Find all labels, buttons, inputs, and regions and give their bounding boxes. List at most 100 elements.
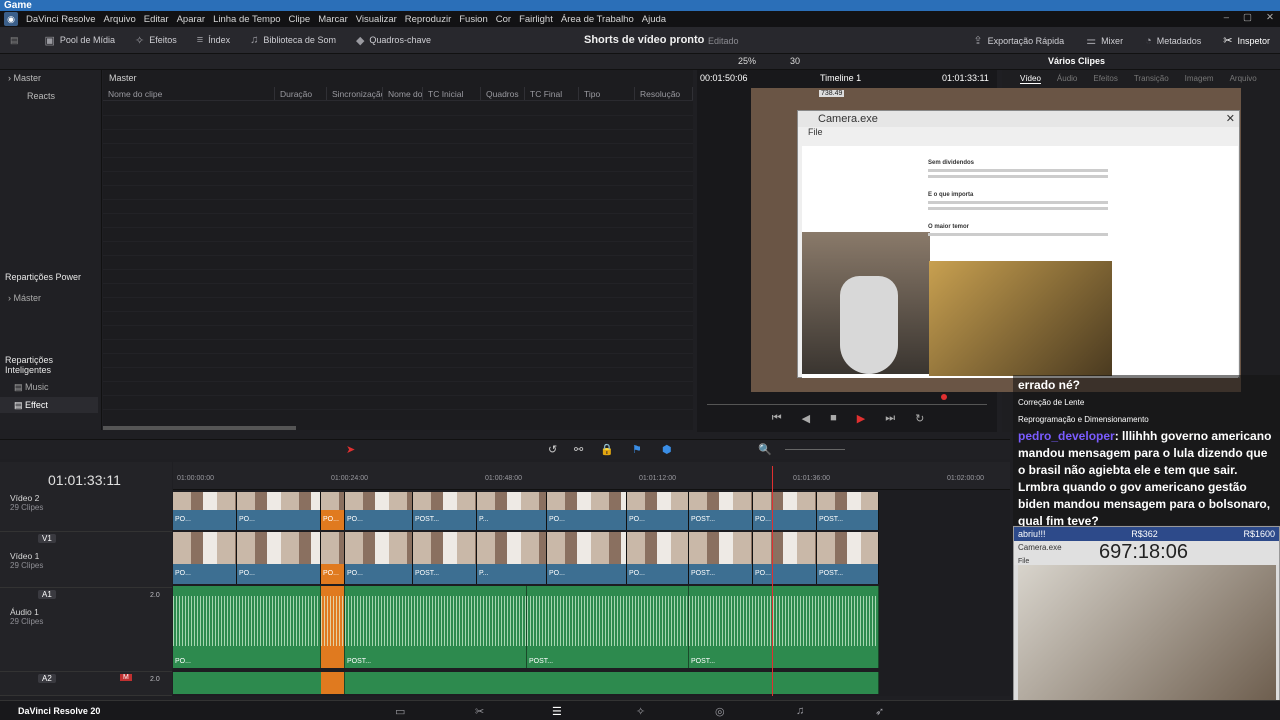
smart-bin-music[interactable]: ▤ Music bbox=[14, 382, 49, 393]
loop-icon[interactable]: ↻ bbox=[915, 412, 924, 430]
timeline-clip[interactable]: PO... bbox=[321, 492, 345, 530]
media-pool-button[interactable]: ▣ Pool de Mídia bbox=[45, 34, 115, 47]
menu-marcar[interactable]: Marcar bbox=[318, 14, 348, 25]
audio-clip-a2-orange[interactable] bbox=[321, 672, 345, 694]
timeline-clip[interactable]: PO... bbox=[753, 532, 817, 584]
viewer-timeline-name[interactable]: Timeline 1 bbox=[820, 73, 861, 83]
timeline-clip[interactable]: POST... bbox=[817, 532, 879, 584]
link-icon[interactable]: ⚯ bbox=[574, 443, 583, 456]
audio-clip[interactable]: POST... bbox=[689, 586, 879, 668]
menu-aparar[interactable]: Aparar bbox=[177, 14, 206, 25]
timeline-clip[interactable]: PO... bbox=[753, 492, 817, 530]
keyframes-button[interactable]: ◆ Quadros-chave bbox=[356, 34, 431, 47]
power-master[interactable]: › Máster bbox=[8, 293, 41, 303]
menu-linha-de-tempo[interactable]: Linha de Tempo bbox=[213, 14, 280, 25]
col-type[interactable]: Tipo bbox=[579, 87, 635, 100]
menu-clipe[interactable]: Clipe bbox=[289, 14, 311, 25]
menu-cor[interactable]: Cor bbox=[496, 14, 511, 25]
mixer-button[interactable]: ⚌ Mixer bbox=[1086, 34, 1123, 47]
smart-bin-effect[interactable]: ▤ Effect bbox=[0, 397, 98, 413]
go-start-icon[interactable]: ⏮ bbox=[772, 412, 782, 430]
menu-area-de-trabalho[interactable]: Área de Trabalho bbox=[561, 14, 634, 25]
play-reverse-icon[interactable]: ◀ bbox=[802, 412, 810, 430]
timeline-clip[interactable]: PO... bbox=[321, 532, 345, 584]
close-icon[interactable]: ✕ bbox=[1266, 12, 1274, 23]
col-sync[interactable]: Sincronização bbox=[327, 87, 383, 100]
sound-library-button[interactable]: ♫ Biblioteca de Som bbox=[250, 34, 336, 46]
timeline-clip[interactable]: POST... bbox=[817, 492, 879, 530]
lock-icon[interactable]: 🔒 bbox=[600, 443, 614, 456]
timeline-clip[interactable]: PO... bbox=[173, 492, 237, 530]
timeline-ruler[interactable]: 01:00:00:00 01:00:24:00 01:00:48:00 01:0… bbox=[173, 462, 1010, 490]
col-tc-start[interactable]: TC Inicial bbox=[423, 87, 481, 100]
play-icon[interactable]: ▶ bbox=[857, 412, 865, 430]
tree-reacts[interactable]: Reacts bbox=[27, 91, 55, 101]
track-video-2[interactable]: Vídeo 2 29 Clipes bbox=[0, 490, 172, 532]
flag-icon[interactable]: ⚑ bbox=[632, 443, 642, 456]
tree-master[interactable]: › Master bbox=[8, 73, 41, 83]
tab-transition[interactable]: Transição bbox=[1134, 74, 1169, 84]
track-audio-1[interactable]: A1 2.0 Áudio 1 29 Clipes bbox=[0, 588, 172, 672]
tab-effects[interactable]: Efeitos bbox=[1093, 74, 1117, 84]
timeline-clip[interactable]: PO... bbox=[547, 492, 627, 530]
timeline-clip[interactable]: P... bbox=[477, 492, 547, 530]
fairlight-page-icon[interactable]: ♫ bbox=[796, 705, 804, 717]
col-resolution[interactable]: Resolução bbox=[635, 87, 693, 100]
go-end-icon[interactable]: ⏭ bbox=[885, 412, 895, 430]
col-frames[interactable]: Quadros bbox=[481, 87, 525, 100]
tab-audio[interactable]: Áudio bbox=[1057, 74, 1077, 84]
fusion-page-icon[interactable]: ✧ bbox=[636, 705, 645, 718]
selection-tool-icon[interactable]: ➤ bbox=[346, 443, 355, 456]
frame-rate[interactable]: 30 bbox=[790, 56, 800, 66]
menu-arquivo[interactable]: Arquivo bbox=[104, 14, 136, 25]
tab-video[interactable]: Vídeo bbox=[1020, 74, 1041, 84]
menu-fusion[interactable]: Fusion bbox=[459, 14, 488, 25]
menu-davinci[interactable]: DaVinci Resolve bbox=[26, 14, 96, 25]
menu-visualizar[interactable]: Visualizar bbox=[356, 14, 397, 25]
metadata-button[interactable]: ◔ Metadados bbox=[1145, 34, 1201, 47]
scrubber-playhead[interactable] bbox=[941, 394, 947, 400]
timeline-playhead[interactable] bbox=[772, 466, 773, 696]
marker-icon[interactable]: ⬢ bbox=[662, 443, 672, 456]
effects-button[interactable]: ✧ Efeitos bbox=[135, 34, 177, 47]
timeline-clip[interactable]: PO... bbox=[345, 532, 413, 584]
panel-toggle-icon[interactable]: ▤ bbox=[10, 35, 19, 46]
stop-icon[interactable]: ■ bbox=[830, 412, 837, 430]
timeline-clip[interactable]: PO... bbox=[627, 532, 689, 584]
cut-page-icon[interactable]: ✂ bbox=[475, 705, 484, 718]
snap-icon[interactable]: ↺ bbox=[548, 443, 557, 456]
audio-clip[interactable]: POST... bbox=[345, 586, 527, 668]
tab-file[interactable]: Arquivo bbox=[1230, 74, 1257, 84]
zoom-slider[interactable] bbox=[785, 449, 845, 450]
timeline-clip[interactable]: PO... bbox=[547, 532, 627, 584]
col-file-name[interactable]: Nome do f bbox=[383, 87, 423, 100]
menu-reproduzir[interactable]: Reproduzir bbox=[405, 14, 451, 25]
color-page-icon[interactable]: ◎ bbox=[715, 705, 725, 718]
col-tc-end[interactable]: TC Final bbox=[525, 87, 579, 100]
timeline-clip[interactable]: PO... bbox=[237, 492, 321, 530]
track-audio-2[interactable]: A2 M 2.0 bbox=[0, 672, 172, 696]
col-clip-name[interactable]: Nome do clipe bbox=[103, 87, 275, 100]
timeline-clip[interactable]: POST... bbox=[413, 532, 477, 584]
bin-scrollbar[interactable] bbox=[103, 426, 296, 430]
zoom-level[interactable]: 25% bbox=[738, 56, 756, 66]
audio-clip[interactable] bbox=[321, 586, 345, 668]
menu-ajuda[interactable]: Ajuda bbox=[642, 14, 666, 25]
camera-close-icon[interactable]: ✕ bbox=[1226, 111, 1235, 127]
zoom-icon[interactable]: 🔍 bbox=[758, 443, 772, 456]
timeline-clip[interactable]: PO... bbox=[173, 532, 237, 584]
timeline-clip[interactable]: POST... bbox=[413, 492, 477, 530]
quick-export-button[interactable]: ⇪ Exportação Rápida bbox=[973, 34, 1064, 47]
edit-page-icon[interactable]: ☰ bbox=[552, 705, 562, 718]
timeline-clip[interactable]: PO... bbox=[627, 492, 689, 530]
timeline-clip[interactable]: POST... bbox=[689, 532, 753, 584]
track-video-1[interactable]: V1 Vídeo 1 29 Clipes bbox=[0, 532, 172, 588]
tab-image[interactable]: Imagem bbox=[1185, 74, 1214, 84]
deliver-page-icon[interactable]: ➶ bbox=[875, 705, 884, 718]
media-page-icon[interactable]: ▭ bbox=[395, 705, 405, 718]
inspector-button[interactable]: ✂ Inspetor bbox=[1223, 34, 1270, 47]
menu-editar[interactable]: Editar bbox=[144, 14, 169, 25]
audio-clip[interactable]: PO... bbox=[173, 586, 321, 668]
col-duration[interactable]: Duração bbox=[275, 87, 327, 100]
menu-fairlight[interactable]: Fairlight bbox=[519, 14, 553, 25]
